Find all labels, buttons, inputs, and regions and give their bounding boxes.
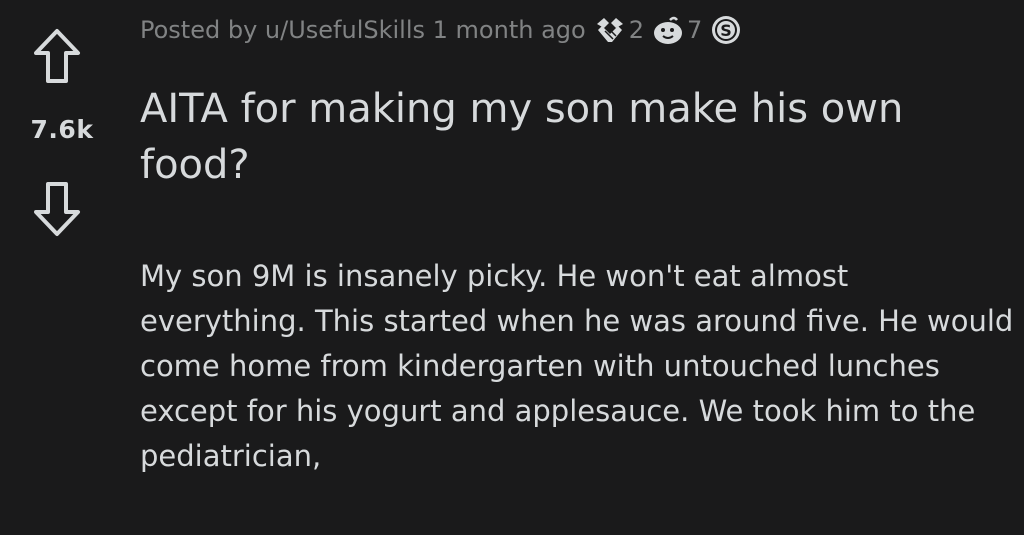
post-title[interactable]: AITA for making my son make his own food… — [140, 81, 1000, 193]
award-handshake[interactable]: 2 — [594, 14, 644, 46]
award-wholesome-seal-count: 7 — [686, 16, 703, 44]
award-silver[interactable]: S — [710, 14, 742, 46]
downvote-arrow-icon[interactable] — [33, 181, 81, 237]
silver-award-icon: S — [710, 14, 742, 46]
post-body: My son 9M is insanely picky. He won't ea… — [140, 259, 1014, 473]
award-handshake-count: 2 — [628, 16, 644, 44]
upvote-arrow-icon[interactable] — [33, 28, 81, 84]
vote-score: 7.6k — [30, 115, 94, 144]
svg-text:S: S — [720, 21, 732, 40]
posted-by-text: Posted by u/UsefulSkills 1 month ago — [140, 16, 586, 44]
reddit-post: 7.6k Posted by u/UsefulSkills 1 month ag… — [0, 0, 1024, 535]
vote-column: 7.6k — [0, 0, 130, 535]
handshake-award-icon — [594, 14, 626, 46]
post-meta: Posted by u/UsefulSkills 1 month ago 2 7… — [140, 8, 742, 52]
wholesome-seal-award-icon — [652, 14, 684, 46]
award-wholesome-seal[interactable]: 7 — [652, 14, 702, 46]
